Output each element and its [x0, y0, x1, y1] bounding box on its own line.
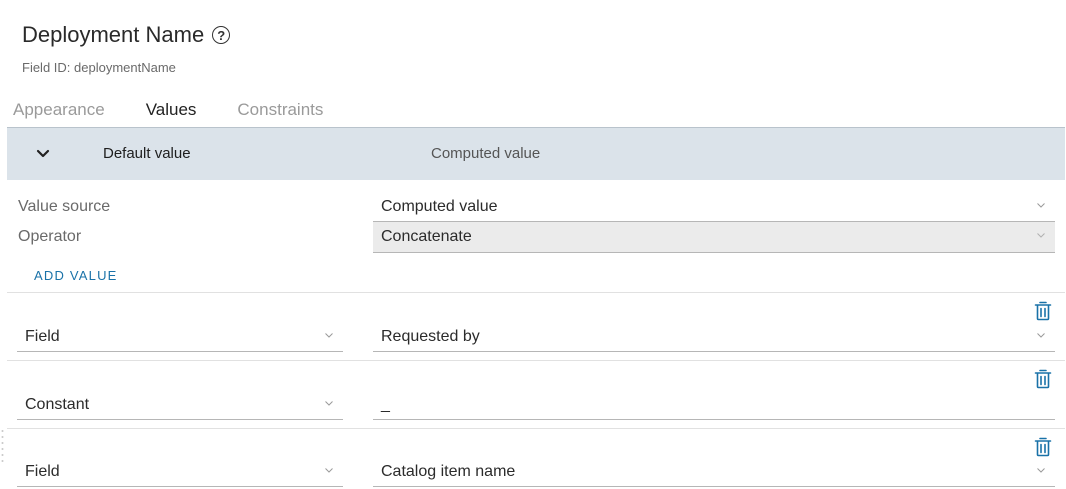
- add-value-button[interactable]: ADD VALUE: [34, 268, 118, 283]
- chevron-down-icon: [325, 332, 333, 338]
- resize-grip-icon[interactable]: [1, 428, 4, 468]
- row-type-value: Field: [25, 327, 60, 345]
- value-source-value: Computed value: [381, 197, 498, 215]
- row-type-select[interactable]: Field: [17, 322, 343, 352]
- operator-label: Operator: [18, 228, 82, 245]
- row-value-text: Catalog item name: [381, 462, 516, 480]
- trash-icon[interactable]: [1034, 437, 1052, 457]
- row-type-value: Constant: [25, 395, 90, 413]
- chevron-down-icon: [1037, 332, 1045, 338]
- value-source-label: Value source: [18, 198, 111, 215]
- row-value-select[interactable]: Catalog item name: [373, 457, 1055, 487]
- page-title-text: Deployment Name: [22, 22, 205, 47]
- chevron-down-icon: [1037, 467, 1045, 473]
- row-value-text: Requested by: [381, 327, 480, 345]
- trash-icon[interactable]: [1034, 301, 1052, 321]
- chevron-down-icon: [325, 467, 333, 473]
- trash-icon[interactable]: [1034, 369, 1052, 389]
- row-type-select[interactable]: Constant: [17, 390, 343, 420]
- accordion-summary: Computed value: [431, 145, 541, 162]
- row-value-select[interactable]: Requested by: [373, 322, 1055, 352]
- accordion-title: Default value: [103, 145, 191, 162]
- tab-bar: Appearance Values Constraints: [13, 100, 323, 120]
- tab-values[interactable]: Values: [146, 100, 197, 120]
- row-divider: [7, 360, 1065, 361]
- operator-select[interactable]: Concatenate: [373, 222, 1055, 253]
- value-source-select[interactable]: Computed value: [373, 192, 1055, 222]
- tab-constraints[interactable]: Constraints: [237, 100, 323, 120]
- row-divider: [7, 428, 1065, 429]
- chevron-down-icon: [1037, 233, 1045, 238]
- chevron-down-icon: [325, 400, 333, 406]
- constant-value-input[interactable]: _: [373, 390, 1055, 420]
- row-type-select[interactable]: Field: [17, 457, 343, 487]
- page-title: Deployment Name ?: [22, 22, 231, 48]
- operator-value: Concatenate: [381, 228, 472, 245]
- constant-value-text: _: [381, 395, 390, 413]
- chevron-down-icon[interactable]: [35, 146, 51, 162]
- row-divider: [7, 292, 1065, 293]
- chevron-down-icon: [1037, 202, 1045, 208]
- help-icon[interactable]: ?: [212, 26, 231, 44]
- tab-appearance[interactable]: Appearance: [13, 100, 105, 120]
- field-id: Field ID: deploymentName: [22, 60, 176, 75]
- row-type-value: Field: [25, 462, 60, 480]
